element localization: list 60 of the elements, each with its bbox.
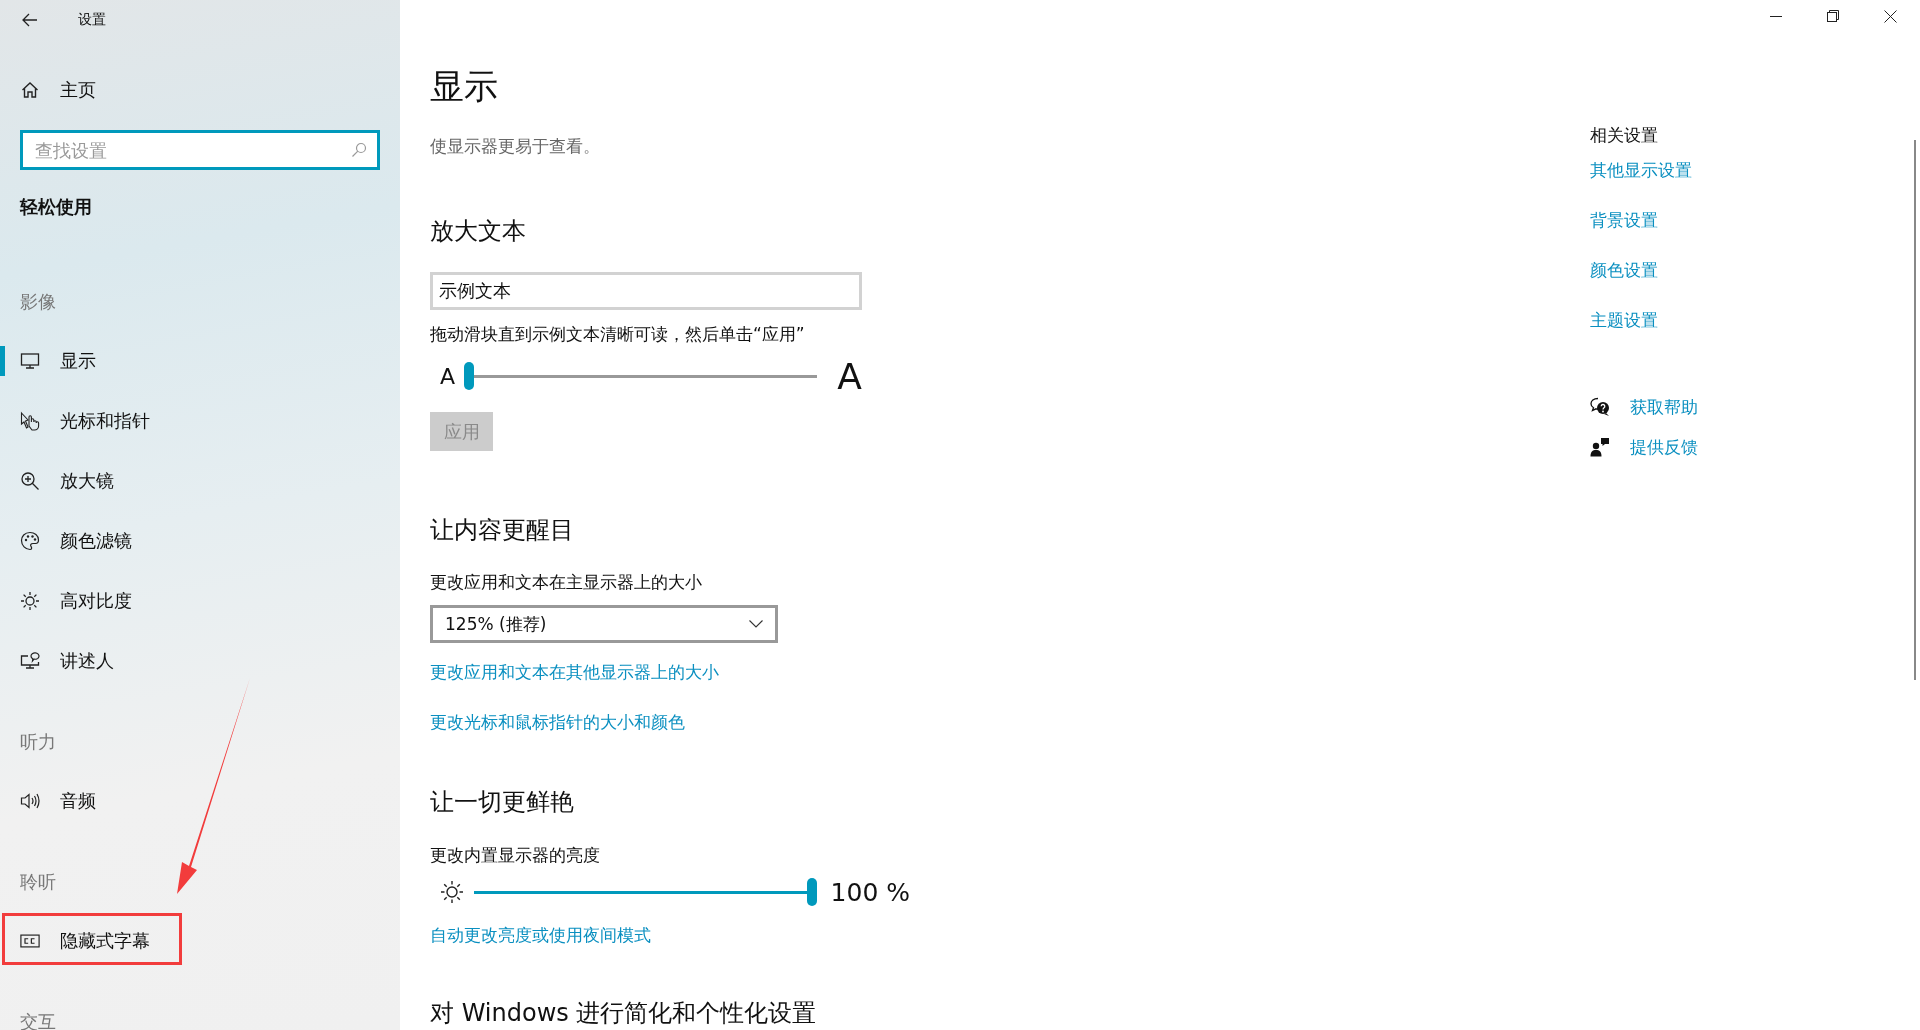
- home-icon: [20, 81, 40, 99]
- group-heading: 影像: [19, 290, 57, 314]
- help-chat-icon: [1590, 397, 1610, 417]
- sidebar-item[interactable]: 讲述人: [0, 631, 400, 691]
- section-heading: 让内容更醒目: [430, 515, 574, 546]
- palette-icon: [20, 531, 40, 551]
- scale-dropdown[interactable]: 125% (推荐): [430, 605, 778, 643]
- window-title: 设置: [78, 11, 106, 29]
- sidebar-item[interactable]: 光标和指针: [0, 391, 400, 451]
- scrollbar-thumb[interactable]: [1914, 140, 1916, 680]
- group-heading: 听力: [19, 730, 57, 754]
- restore-icon[interactable]: [1827, 10, 1839, 22]
- monitor-icon: [20, 352, 40, 370]
- sidebar-item[interactable]: 音频: [0, 771, 400, 831]
- sidebar-item[interactable]: 放大镜: [0, 451, 400, 511]
- related-link[interactable]: 主题设置: [1590, 306, 1658, 334]
- sidebar-item[interactable]: 隐藏式字幕: [0, 911, 400, 971]
- sun-icon: [20, 591, 40, 611]
- speaker-icon: [20, 791, 40, 811]
- chevron-down-icon: [749, 620, 763, 628]
- monitor-speech-icon: [20, 651, 40, 671]
- sample-text-field[interactable]: 示例文本: [430, 272, 862, 310]
- sun-icon: [440, 880, 464, 904]
- sidebar-item[interactable]: 颜色滤镜: [0, 511, 400, 571]
- related-link[interactable]: 其他显示设置: [1590, 156, 1692, 184]
- large-a-label: A: [837, 355, 862, 397]
- group-heading: 交互: [19, 1010, 57, 1030]
- section-heading: 让一切更鲜艳: [430, 787, 574, 818]
- related-link[interactable]: 背景设置: [1590, 206, 1658, 234]
- home-item[interactable]: 主页: [0, 60, 400, 120]
- category-title: 轻松使用: [18, 195, 93, 219]
- search-field[interactable]: 查找设置: [20, 130, 380, 170]
- settings-link[interactable]: 自动更改亮度或使用夜间模式: [430, 923, 651, 947]
- page-title: 显示: [430, 65, 498, 108]
- slider-thumb[interactable]: [806, 878, 817, 906]
- magnifier-icon: [20, 471, 40, 491]
- page-subtitle: 使显示器更易于查看。: [430, 135, 600, 158]
- settings-link[interactable]: 更改应用和文本在其他显示器上的大小: [430, 660, 719, 684]
- section-heading: 放大文本: [430, 216, 526, 247]
- related-heading: 相关设置: [1590, 124, 1658, 147]
- help-link[interactable]: 获取帮助: [1630, 393, 1698, 421]
- group-heading: 聆听: [19, 870, 57, 894]
- sidebar-item[interactable]: 高对比度: [0, 571, 400, 631]
- small-a-label: A: [440, 363, 457, 389]
- search-icon: [351, 142, 367, 158]
- help-link[interactable]: 提供反馈: [1630, 433, 1698, 461]
- field-label: 更改应用和文本在主显示器上的大小: [430, 571, 702, 594]
- pointer-icon: [20, 411, 40, 431]
- feedback-person-icon: [1590, 437, 1610, 457]
- captions-icon: [20, 933, 40, 949]
- settings-link[interactable]: 更改光标和鼠标指针的大小和颜色: [430, 710, 685, 734]
- back-icon[interactable]: [22, 13, 38, 27]
- sidebar-item[interactable]: 显示: [0, 331, 400, 391]
- field-label: 更改内置显示器的亮度: [430, 844, 600, 867]
- instruction-text: 拖动滑块直到示例文本清晰可读，然后单击“应用”: [430, 323, 805, 346]
- related-link[interactable]: 颜色设置: [1590, 256, 1658, 284]
- slider-thumb[interactable]: [464, 362, 474, 390]
- brightness-reading: 100 %: [830, 877, 910, 907]
- close-icon[interactable]: [1884, 9, 1897, 23]
- section-heading: 对 Windows 进行简化和个性化设置: [430, 998, 817, 1029]
